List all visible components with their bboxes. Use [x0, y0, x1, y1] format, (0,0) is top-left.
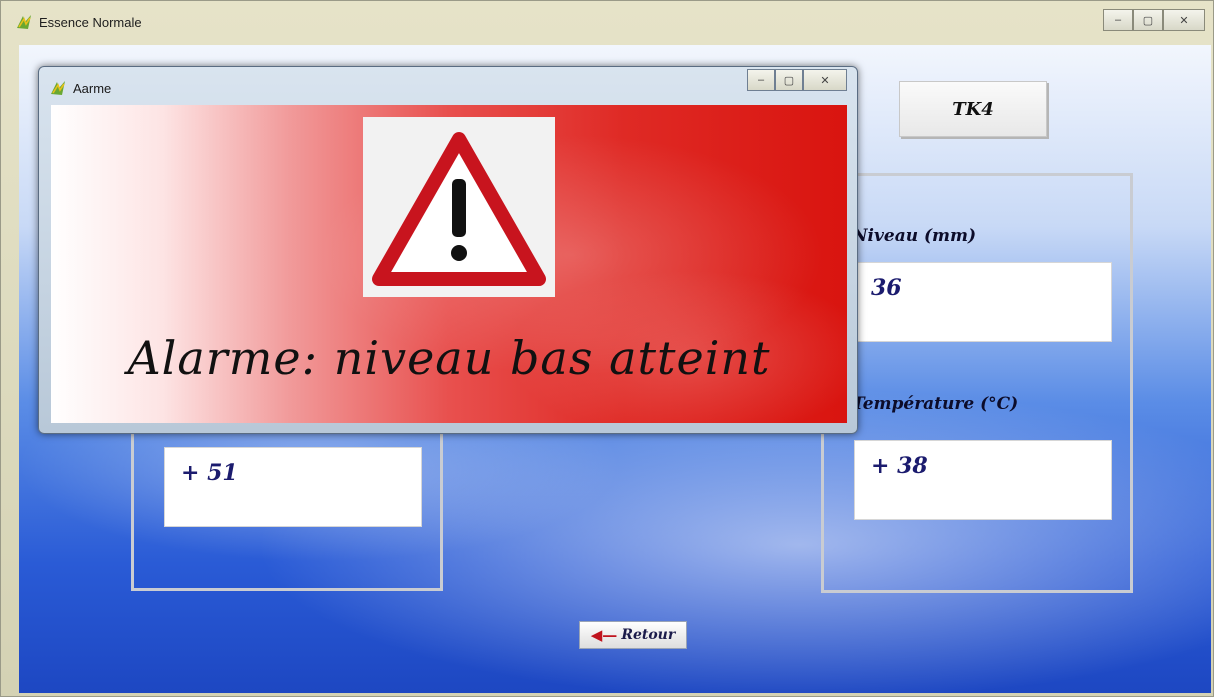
arrow-left-icon: ◀—	[590, 626, 618, 644]
main-titlebar[interactable]: Essence Normale – ▢ ✕	[1, 1, 1213, 41]
warning-image	[363, 117, 555, 297]
alarm-minimize-button[interactable]: –	[747, 69, 775, 91]
main-window-controls: – ▢ ✕	[1103, 9, 1205, 31]
maximize-button[interactable]: ▢	[1133, 9, 1163, 31]
minimize-button[interactable]: –	[1103, 9, 1133, 31]
right-tank-panel: Niveau (mm) 36 Température (°C) + 38	[821, 173, 1133, 593]
retour-button[interactable]: ◀— Retour	[579, 621, 687, 649]
alarm-content: Alarme: niveau bas atteint	[51, 105, 847, 423]
alarm-message: Alarme: niveau bas atteint	[127, 331, 771, 385]
left-value-field: + 51	[164, 447, 422, 527]
close-button[interactable]: ✕	[1163, 9, 1205, 31]
app-icon	[51, 81, 65, 95]
level-label: Niveau (mm)	[852, 226, 977, 246]
alarm-close-button[interactable]: ✕	[803, 69, 847, 91]
alarm-maximize-button[interactable]: ▢	[775, 69, 803, 91]
level-value-field: 36	[854, 262, 1112, 342]
main-window-title: Essence Normale	[39, 15, 142, 30]
retour-button-label: Retour	[621, 627, 676, 643]
app-icon	[17, 15, 31, 29]
alarm-dialog-title: Aarme	[73, 81, 112, 96]
alarm-titlebar[interactable]: Aarme – ▢ ✕	[39, 67, 857, 105]
warning-icon	[372, 132, 546, 286]
temperature-label: Température (°C)	[852, 394, 1019, 414]
tank-tk4-button[interactable]: TK4	[899, 81, 1047, 137]
alarm-dialog: Aarme – ▢ ✕ Alarme: niveau bas atteint	[38, 66, 858, 434]
alarm-window-controls: – ▢ ✕	[747, 69, 847, 91]
temperature-value-field: + 38	[854, 440, 1112, 520]
